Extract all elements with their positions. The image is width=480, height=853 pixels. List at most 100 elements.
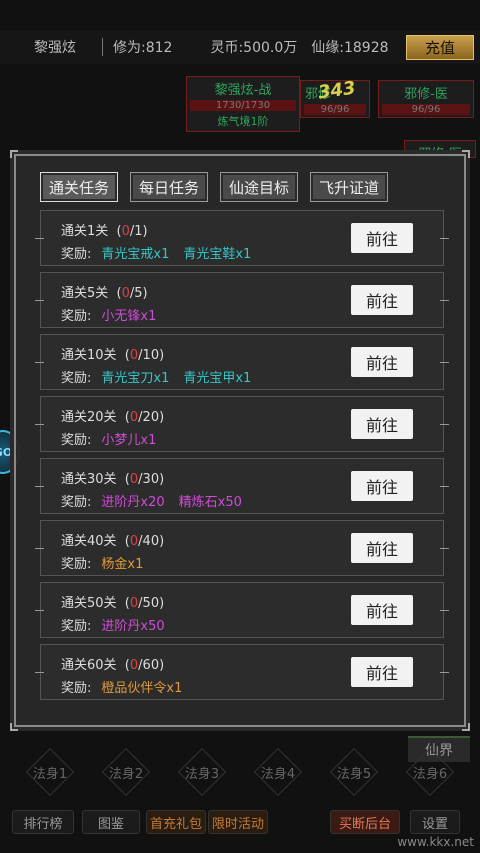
reward-item: 橙品伙伴令x1 [101, 681, 183, 696]
task-progress-total: /5) [129, 286, 148, 301]
dharma-body-slot-2[interactable]: 法身2 [96, 750, 156, 794]
reward-item: 青光宝刀x1 [101, 371, 170, 386]
task-tabs: 通关任务 每日任务 仙途目标 飞升证道 [40, 172, 388, 202]
task-row: 通关40关 (0/40) 奖励: 杨金x1 前往 [35, 520, 449, 576]
frame-corner-icon [10, 723, 18, 731]
task-title: 通关60关 (0/60) [61, 658, 165, 673]
ranking-button[interactable]: 排行榜 [12, 810, 74, 834]
immortal-fate-stat: 仙缘:18928 [311, 40, 389, 56]
reward-item: 青光宝甲x1 [183, 371, 252, 386]
task-progress-total: /20) [138, 410, 165, 425]
task-row: 通关1关 (0/1) 奖励: 青光宝戒x1 青光宝鞋x1 前往 [35, 210, 449, 266]
task-progress-total: /40) [138, 534, 165, 549]
task-progress-total: /1) [129, 224, 148, 239]
illustrated-button[interactable]: 图鉴 [82, 810, 140, 834]
dharma-body-slot-3[interactable]: 法身3 [172, 750, 232, 794]
go-button[interactable]: 前往 [351, 285, 413, 315]
task-row: 通关5关 (0/5) 奖励: 小无锋x1 前往 [35, 272, 449, 328]
team-card-name: 邪修-医 [404, 87, 448, 102]
bottom-bar: 排行榜 图鉴 首充礼包 限时活动 买断后台 设置 [0, 810, 480, 836]
dharma-body-slot-4[interactable]: 法身4 [248, 750, 308, 794]
reward-label: 奖励: [61, 433, 92, 448]
go-button[interactable]: 前往 [351, 409, 413, 439]
task-progress-total: /60) [138, 658, 165, 673]
go-button[interactable]: 前往 [351, 471, 413, 501]
task-row: 通关60关 (0/60) 奖励: 橙品伙伴令x1 前往 [35, 644, 449, 700]
game-screen: 黎强炫 修为:812 灵币:500.0万 仙缘:18928 充值 黎强炫-战 1… [0, 0, 480, 853]
recharge-button[interactable]: 充值 [406, 35, 474, 60]
reward-label: 奖励: [61, 371, 92, 386]
team-card-hp: 96/96 [304, 104, 366, 115]
first-recharge-button[interactable]: 首充礼包 [146, 810, 206, 834]
task-title: 通关40关 (0/40) [61, 534, 165, 549]
task-modal: 通关任务 每日任务 仙途目标 飞升证道 通关1关 (0/1) 奖励: 青光宝戒x1 青… [10, 150, 470, 731]
task-row: 通关30关 (0/30) 奖励: 进阶丹x20 精炼石x50 前往 [35, 458, 449, 514]
watermark: www.kkx.net [397, 835, 474, 849]
reward-item: 青光宝鞋x1 [183, 247, 252, 262]
settings-button[interactable]: 设置 [410, 810, 460, 834]
tab-clearance-tasks[interactable]: 通关任务 [40, 172, 118, 202]
task-row: 通关10关 (0/10) 奖励: 青光宝刀x1 青光宝甲x1 前往 [35, 334, 449, 390]
reward-item: 进阶丹x50 [101, 619, 165, 634]
team-card-name: 黎强炫-战 [214, 83, 272, 98]
tab-immortal-goals[interactable]: 仙途目标 [220, 172, 298, 202]
dharma-body-slots: 法身1 法身2 法身3 法身4 法身5 法身6 [20, 750, 460, 800]
backstage-button[interactable]: 买断后台 [330, 810, 400, 834]
task-progress-total: /10) [138, 348, 165, 363]
frame-corner-icon [462, 723, 470, 731]
reward-item: 小梦儿x1 [101, 433, 157, 448]
task-title: 通关20关 (0/20) [61, 410, 165, 425]
spirit-coin-stat: 灵币:500.0万 [210, 40, 298, 56]
task-row: 通关20关 (0/20) 奖励: 小梦儿x1 前往 [35, 396, 449, 452]
go-button[interactable]: 前往 [351, 595, 413, 625]
frame-corner-icon [10, 150, 18, 158]
dharma-body-slot-1[interactable]: 法身1 [20, 750, 80, 794]
top-status-bar: 黎强炫 修为:812 灵币:500.0万 仙缘:18928 充值 [0, 30, 480, 64]
reward-label: 奖励: [61, 619, 92, 634]
reward-item: 杨金x1 [101, 557, 144, 572]
limited-event-button[interactable]: 限时活动 [208, 810, 268, 834]
reward-label: 奖励: [61, 681, 92, 696]
team-card-leader[interactable]: 黎强炫-战 1730/1730 炼气境1阶 [186, 76, 300, 132]
task-title: 通关50关 (0/50) [61, 596, 165, 611]
task-list: 通关1关 (0/1) 奖励: 青光宝戒x1 青光宝鞋x1 前往 通关5关 (0/5) 奖励:… [35, 210, 449, 706]
task-rewards: 奖励: 青光宝刀x1 青光宝甲x1 [61, 367, 251, 386]
task-row: 通关50关 (0/50) 奖励: 进阶丹x50 前往 [35, 582, 449, 638]
task-progress-current: 0 [121, 286, 130, 301]
task-rewards: 奖励: 进阶丹x20 精炼石x50 [61, 491, 242, 510]
reward-item: 精炼石x50 [178, 495, 242, 510]
task-title: 通关1关 (0/1) [61, 224, 148, 239]
reward-label: 奖励: [61, 557, 92, 572]
team-card-realm: 炼气境1阶 [217, 115, 269, 128]
tab-ascension[interactable]: 飞升证道 [310, 172, 388, 202]
divider [102, 38, 103, 56]
task-progress-current: 0 [121, 224, 130, 239]
task-progress-total: /50) [138, 596, 165, 611]
task-title: 通关5关 (0/5) [61, 286, 148, 301]
team-card-hp: 1730/1730 [190, 100, 296, 111]
task-rewards: 奖励: 小梦儿x1 [61, 429, 156, 448]
task-rewards: 奖励: 橙品伙伴令x1 [61, 677, 182, 696]
task-progress-current: 0 [129, 472, 139, 487]
task-progress-current: 0 [129, 534, 139, 549]
frame-corner-icon [462, 150, 470, 158]
tab-daily-tasks[interactable]: 每日任务 [130, 172, 208, 202]
go-button[interactable]: 前往 [351, 533, 413, 563]
reward-label: 奖励: [61, 495, 92, 510]
reward-label: 奖励: [61, 247, 92, 262]
reward-item: 小无锋x1 [101, 309, 157, 324]
cultivation-stat: 修为:812 [113, 40, 173, 56]
dharma-body-slot-6[interactable]: 法身6 [400, 750, 460, 794]
dharma-body-slot-5[interactable]: 法身5 [324, 750, 384, 794]
team-card-3[interactable]: 邪修-医 96/96 [378, 80, 474, 118]
task-progress-current: 0 [129, 410, 139, 425]
task-rewards: 奖励: 杨金x1 [61, 553, 143, 572]
go-button[interactable]: 前往 [351, 223, 413, 253]
task-rewards: 奖励: 进阶丹x50 [61, 615, 165, 634]
player-name[interactable]: 黎强炫 [34, 37, 96, 57]
team-card-hp: 96/96 [382, 104, 470, 115]
task-progress-total: /30) [138, 472, 165, 487]
go-button[interactable]: 前往 [351, 347, 413, 377]
reward-item: 青光宝戒x1 [101, 247, 170, 262]
go-button[interactable]: 前往 [351, 657, 413, 687]
